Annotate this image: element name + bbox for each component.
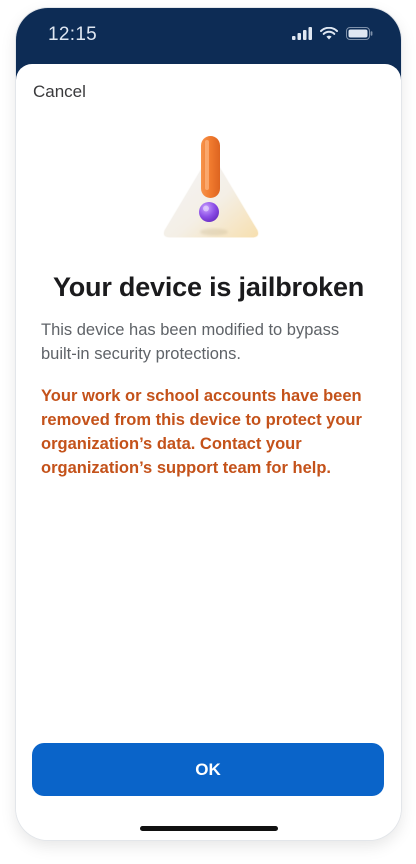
- status-time: 12:15: [48, 24, 98, 45]
- status-icons: [292, 27, 373, 40]
- wifi-icon: [320, 27, 338, 40]
- phone-screen: 12:15 Cancel Your device is jailbroken T…: [16, 8, 401, 840]
- cancel-button[interactable]: Cancel: [33, 82, 86, 102]
- description-text: This device has been modified to bypass …: [41, 321, 340, 363]
- signal-icon: [292, 27, 312, 40]
- ok-button[interactable]: OK: [32, 743, 384, 796]
- warning-exclamation-icon: [162, 136, 260, 239]
- battery-icon: [346, 27, 373, 40]
- home-indicator: [140, 826, 278, 831]
- page-title: Your device is jailbroken: [52, 272, 365, 302]
- alert-sheet: Cancel Your device is jailbroken This de…: [16, 64, 401, 840]
- warning-text: Your work or school accounts have been r…: [41, 387, 362, 477]
